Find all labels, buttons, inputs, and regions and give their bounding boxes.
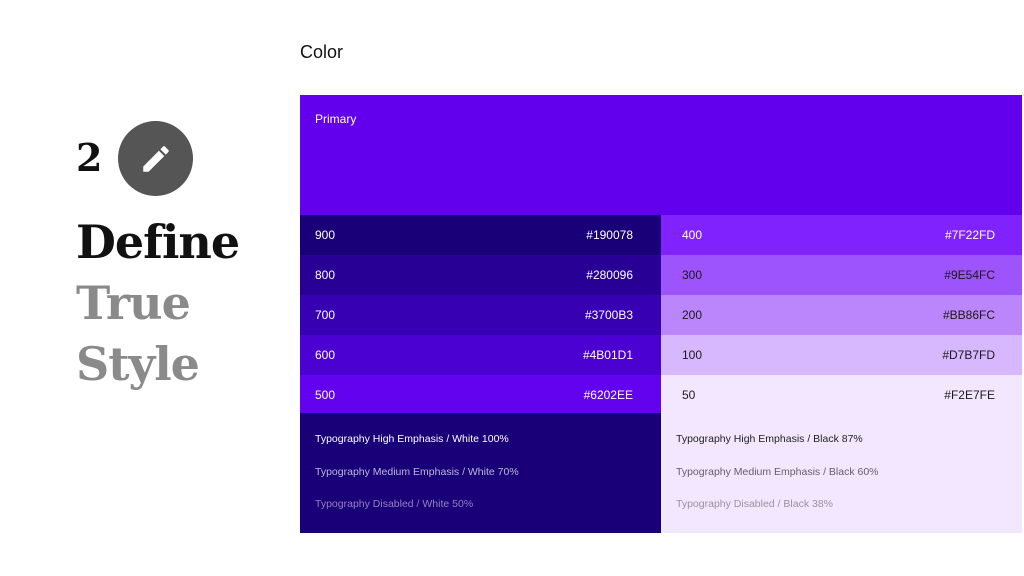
headline: Define True Style: [76, 212, 240, 395]
typography-dark-block: Typography High Emphasis / White 100% Typ…: [300, 413, 661, 533]
shade-hex: #280096: [586, 268, 633, 282]
section-title: Color: [300, 42, 344, 62]
shade-swatch-600[interactable]: 600 #4B01D1: [300, 335, 661, 375]
typography-sample: Typography Disabled / Black 38%: [676, 498, 834, 510]
headline-word-3: Style: [76, 337, 200, 391]
typography-light-block: Typography High Emphasis / Black 87% Typo…: [661, 413, 1022, 533]
shade-hex: #7F22FD: [944, 228, 995, 242]
shade-hex: #4B01D1: [582, 348, 633, 362]
typography-sample: Typography Medium Emphasis / White 70%: [315, 465, 519, 478]
typography-sample: Typography Medium Emphasis / Black 60%: [676, 465, 879, 478]
shade-hex: #6202EE: [583, 388, 633, 402]
primary-swatch[interactable]: Primary: [300, 95, 1022, 215]
typography-sample: Typography High Emphasis / White 100%: [315, 433, 509, 445]
shade-swatch-100[interactable]: 100 #D7B7FD: [661, 335, 1022, 375]
typography-sample: Typography High Emphasis / Black 87%: [676, 433, 863, 445]
shade-hex: #F2E7FE: [944, 388, 995, 402]
shade-swatch-200[interactable]: 200 #BB86FC: [661, 295, 1022, 335]
shade-name: 300: [682, 268, 703, 282]
shade-name: 100: [682, 348, 703, 362]
shade-swatch-500[interactable]: 500 #6202EE: [300, 375, 661, 415]
shade-name: 900: [315, 228, 336, 242]
shade-hex: #3700B3: [584, 308, 633, 322]
shade-hex: #190078: [586, 228, 633, 242]
step-number: 2: [76, 135, 103, 180]
headline-word-2: True: [76, 276, 191, 330]
shade-hex: #BB86FC: [942, 308, 995, 322]
typography-sample: Typography Disabled / White 50%: [315, 498, 474, 510]
shade-swatch-400[interactable]: 400 #7F22FD: [661, 215, 1022, 255]
shade-swatch-700[interactable]: 700 #3700B3: [300, 295, 661, 335]
shade-name: 600: [315, 348, 336, 362]
shade-swatch-800[interactable]: 800 #280096: [300, 255, 661, 295]
shade-name: 200: [682, 308, 703, 322]
shade-hex: #D7B7FD: [942, 348, 995, 362]
shade-hex: #9E54FC: [944, 268, 995, 282]
light-shades-column: 400 #7F22FD 300 #9E54FC 200 #BB86FC 100 #D7B7FD…: [661, 215, 1022, 415]
shade-name: 800: [315, 268, 336, 282]
shade-name: 50: [682, 388, 696, 402]
shade-swatch-300[interactable]: 300 #9E54FC: [661, 255, 1022, 295]
color-palette: Primary 900 #190078 800 #280096 700 #3700B3 60…: [300, 95, 1022, 533]
shade-swatch-900[interactable]: 900 #190078: [300, 215, 661, 255]
shade-swatch-50[interactable]: 50 #F2E7FE: [661, 375, 1022, 415]
primary-label: Primary: [315, 112, 357, 126]
shade-name: 700: [315, 308, 336, 322]
headline-word-1: Define: [76, 215, 240, 269]
edit-button[interactable]: [118, 121, 193, 196]
left-panel: 2 Define True Style: [0, 0, 290, 576]
shade-name: 500: [315, 388, 336, 402]
dark-shades-column: 900 #190078 800 #280096 700 #3700B3 600 #4B01D1…: [300, 215, 661, 415]
pencil-icon: [142, 145, 169, 172]
shade-name: 400: [682, 228, 703, 242]
